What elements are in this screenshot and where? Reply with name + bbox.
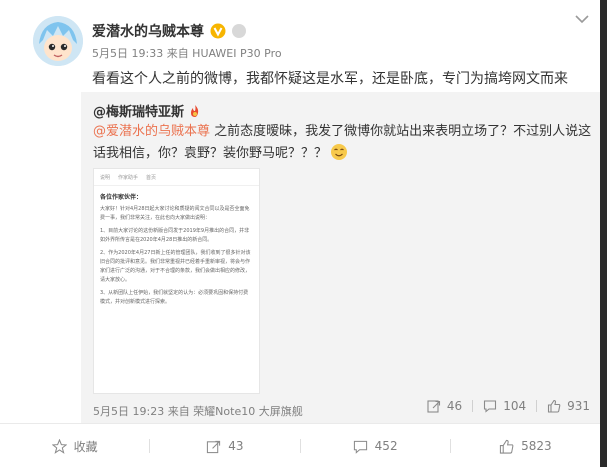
- avatar[interactable]: [33, 16, 83, 66]
- image-tab: 说明: [100, 175, 111, 181]
- repost-forward-count: 46: [446, 399, 463, 413]
- repost-body: @爱潜水的乌贼本尊 之前态度暧昧，我发了微博你就站出来表明立场了？不过别人说这话…: [93, 121, 600, 165]
- comment-icon: [353, 440, 367, 454]
- fire-emoji-icon: [191, 104, 199, 117]
- post-action-bar: 收藏 43 452 5823: [0, 423, 600, 467]
- forward-count: 43: [228, 439, 244, 453]
- star-icon: [51, 438, 67, 454]
- divider: [472, 400, 474, 412]
- thumbs-up-icon: [548, 399, 561, 413]
- image-tabs: 说明 作家助手 首页: [94, 169, 259, 186]
- repost-author-row: @梅斯瑞特亚斯: [93, 101, 203, 120]
- comment-button[interactable]: 452: [301, 439, 450, 454]
- favorite-label: 收藏: [73, 439, 98, 454]
- forward-icon: [207, 440, 221, 453]
- smiling-face-emoji-icon: [331, 144, 348, 160]
- repost-like-button[interactable]: 931: [547, 399, 590, 413]
- post-author-row: 爱潜水的乌贼本尊: [92, 20, 246, 42]
- repost-author-name[interactable]: @梅斯瑞特亚斯: [93, 101, 184, 120]
- comment-count: 452: [374, 439, 398, 453]
- image-tab: 首页: [146, 175, 157, 181]
- post-text: 看看这个人之前的微博，我都怀疑这是水军，还是卧底，专门为搞垮网文而来: [92, 71, 568, 87]
- post-meta: 5月5日 19:33 来自 HUAWEI P30 Pro: [92, 47, 282, 60]
- image-paragraph: 大家好！针对4月28日起大家讨论和质疑的阅文合同以及是否全面免费一事，我们非常关…: [100, 206, 250, 221]
- favorite-button[interactable]: 收藏: [0, 438, 149, 455]
- divider: [536, 400, 538, 412]
- forward-icon: [427, 400, 440, 413]
- repost-actions: 46 104 931: [427, 399, 590, 413]
- image-title: 各位作家伙伴：: [100, 194, 143, 201]
- like-count: 5823: [521, 439, 552, 453]
- repost-comment-count: 104: [503, 399, 527, 413]
- reposted-weibo: @梅斯瑞特亚斯 @爱潜水的乌贼本尊 之前态度暧昧，我发了微博你就站出来表明立场了…: [81, 92, 600, 423]
- repost-comment-button[interactable]: 104: [483, 399, 526, 413]
- chevron-down-icon[interactable]: [574, 13, 590, 25]
- forward-button[interactable]: 43: [150, 439, 299, 454]
- repost-image[interactable]: 说明 作家助手 首页 各位作家伙伴： 大家好！针对4月28日起大家讨论和质疑的阅…: [93, 168, 260, 394]
- post-author-name[interactable]: 爱潜水的乌贼本尊: [92, 21, 204, 41]
- verified-v-icon: [210, 23, 226, 39]
- repost-meta: 5月5日 19:23 来自 荣耀Note10 大屏旗舰: [93, 405, 303, 418]
- repost-forward-button[interactable]: 46: [427, 399, 462, 413]
- repost-like-count: 931: [567, 399, 590, 413]
- comment-icon: [484, 400, 497, 413]
- weibo-post-card: 爱潜水的乌贼本尊 5月5日 19:33 来自 HUAWEI P30 Pro 看看…: [0, 0, 600, 467]
- mention-link[interactable]: @爱潜水的乌贼本尊: [93, 124, 210, 139]
- medal-icon[interactable]: [232, 24, 246, 38]
- image-paragraph: 3、从新团队上任伊始，我们就坚定的认为：必须要巩固和保持付费模式，并对创新模式进…: [100, 290, 249, 305]
- like-button[interactable]: 5823: [451, 439, 600, 454]
- image-tab: 作家助手: [118, 175, 139, 181]
- image-paragraph: 2、作为2020年4月27日新上任的管理团队，我们收到了很多针对该旧合同的批评和…: [100, 250, 251, 283]
- image-paragraph: 1、目前大家讨论的这份新版合同发于2019年9月推出的合同，并非如外界所传言是在…: [100, 228, 250, 243]
- thumbs-up-icon: [499, 439, 514, 454]
